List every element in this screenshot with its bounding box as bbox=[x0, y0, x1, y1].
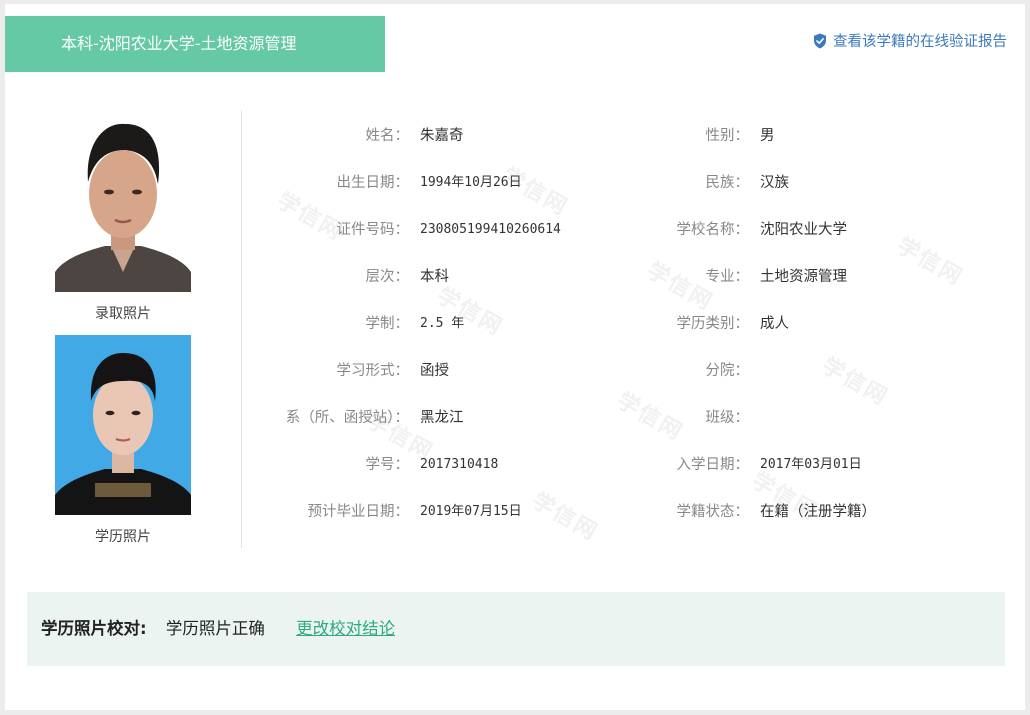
info-row: 学号： 2017310418 入学日期： 2017年03月01日 bbox=[245, 449, 1015, 496]
photo-check-label: 学历照片校对: bbox=[41, 619, 147, 638]
info-row: 姓名： 朱嘉奇 性别： 男 bbox=[245, 120, 1015, 167]
admission-photo-caption: 录取照片 bbox=[95, 306, 151, 322]
shield-check-icon bbox=[814, 33, 826, 48]
education-category-label: 学历类别： bbox=[676, 316, 750, 332]
admission-photo-block: 录取照片 bbox=[53, 112, 193, 324]
department-label: 系（所、函授站）： bbox=[285, 410, 409, 426]
admission-photo bbox=[55, 112, 191, 292]
column-divider bbox=[241, 110, 242, 548]
id-number-value: 230805199410260614 bbox=[420, 222, 561, 237]
info-row: 系（所、函授站）： 黑龙江 班级： bbox=[245, 402, 1015, 449]
department-value: 黑龙江 bbox=[420, 410, 464, 426]
major-value: 土地资源管理 bbox=[760, 269, 847, 285]
info-row: 学习形式： 函授 分院： bbox=[245, 355, 1015, 402]
name-value: 朱嘉奇 bbox=[420, 128, 464, 144]
ethnicity-value: 汉族 bbox=[760, 175, 789, 191]
gender-value: 男 bbox=[760, 128, 775, 144]
name-label: 姓名： bbox=[365, 128, 410, 144]
ethnicity-label: 民族： bbox=[705, 175, 750, 191]
branch-label: 分院： bbox=[705, 363, 750, 379]
info-row: 证件号码： 230805199410260614 学校名称： 沈阳农业大学 bbox=[245, 214, 1015, 261]
graduation-date-label: 预计毕业日期： bbox=[307, 504, 410, 520]
graduation-date-value: 2019年07月15日 bbox=[420, 504, 522, 519]
status-label: 学籍状态： bbox=[676, 504, 750, 520]
change-verification-link[interactable]: 更改校对结论 bbox=[296, 619, 395, 638]
student-number-label: 学号： bbox=[365, 457, 410, 473]
duration-label: 学制： bbox=[365, 316, 410, 332]
education-category-value: 成人 bbox=[760, 316, 789, 332]
level-value: 本科 bbox=[420, 269, 449, 285]
photo-column: 录取照片 学历照片 bbox=[53, 112, 193, 547]
page-title: 本科-沈阳农业大学-土地资源管理 bbox=[5, 16, 385, 72]
education-photo-block: 学历照片 bbox=[53, 335, 193, 547]
study-form-value: 函授 bbox=[420, 363, 449, 379]
birth-date-value: 1994年10月26日 bbox=[420, 175, 522, 190]
admission-portrait-image bbox=[55, 112, 191, 292]
class-label: 班级： bbox=[705, 410, 750, 426]
info-row: 学制： 2.5 年 学历类别： 成人 bbox=[245, 308, 1015, 355]
enrollment-date-value: 2017年03月01日 bbox=[760, 457, 862, 472]
info-row: 层次： 本科 专业： 土地资源管理 bbox=[245, 261, 1015, 308]
photo-check-result: 学历照片正确 bbox=[165, 619, 265, 638]
education-portrait-image bbox=[55, 335, 191, 515]
gender-label: 性别： bbox=[705, 128, 750, 144]
school-name-value: 沈阳农业大学 bbox=[760, 222, 847, 238]
online-verification-report-link[interactable]: 查看该学籍的在线验证报告 bbox=[813, 30, 1007, 51]
student-number-value: 2017310418 bbox=[420, 457, 499, 472]
student-status-card: 学信网 学信网 学信网 学信网 学信网 学信网 学信网 学信网 学信网 学信网 … bbox=[5, 4, 1025, 710]
enrollment-date-label: 入学日期： bbox=[676, 457, 750, 473]
school-name-label: 学校名称： bbox=[676, 222, 750, 238]
education-photo bbox=[55, 335, 191, 515]
info-row: 预计毕业日期： 2019年07月15日 学籍状态： 在籍（注册学籍） bbox=[245, 496, 1015, 543]
education-photo-caption: 学历照片 bbox=[95, 529, 151, 545]
birth-date-label: 出生日期： bbox=[336, 175, 410, 191]
study-form-label: 学习形式： bbox=[336, 363, 410, 379]
major-label: 专业： bbox=[705, 269, 750, 285]
verify-link-label: 查看该学籍的在线验证报告 bbox=[833, 34, 1007, 50]
duration-value: 2.5 年 bbox=[420, 316, 465, 331]
id-number-label: 证件号码： bbox=[336, 222, 410, 238]
info-row: 出生日期： 1994年10月26日 民族： 汉族 bbox=[245, 167, 1015, 214]
photo-verification-bar: 学历照片校对: 学历照片正确 更改校对结论 bbox=[27, 592, 1005, 666]
level-label: 层次： bbox=[365, 269, 410, 285]
status-value: 在籍（注册学籍） bbox=[760, 504, 876, 520]
student-info-grid: 姓名： 朱嘉奇 性别： 男 出生日期： 1994年10月26日 民族： 汉族 证… bbox=[245, 120, 1015, 543]
